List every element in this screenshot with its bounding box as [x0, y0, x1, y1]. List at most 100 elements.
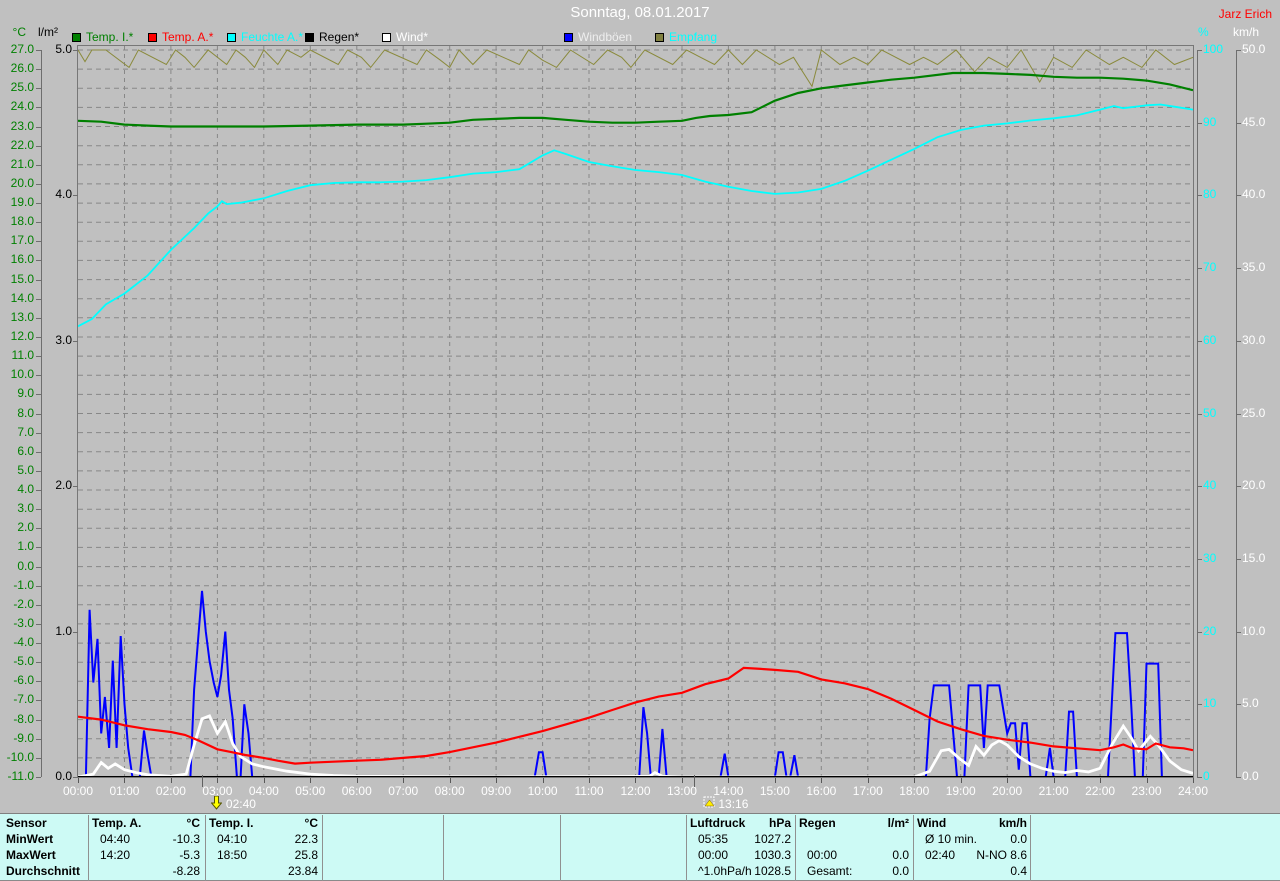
x-axis-label: 17:00: [852, 784, 883, 798]
x-axis-tick: [1100, 778, 1102, 783]
table-cell-value: 22.3: [294, 832, 318, 846]
marker-tick: [694, 775, 696, 787]
axis-label-temp_c: 25.0: [10, 80, 34, 95]
table-cell-value: -10.3: [172, 832, 200, 846]
axis-tick-wind_kmh: [1236, 340, 1241, 342]
legend-label-empfang: Empfang: [669, 30, 718, 45]
axis-label-temp_c: 13.0: [10, 309, 34, 324]
axis-label-temp_c: 1.0: [17, 539, 34, 554]
table-cell-value: -8.28: [172, 864, 200, 878]
axis-label-temp_c: -3.0: [13, 615, 34, 630]
marker-time-label: 02:40: [225, 797, 256, 811]
axis-tick-temp_c: [36, 509, 41, 511]
legend-swatch-wind: [382, 33, 391, 43]
axis-tick-temp_c: [36, 317, 41, 319]
table-col-unit: l/m²: [887, 816, 909, 830]
table-divider: [322, 815, 323, 881]
axis-tick-temp_c: [36, 681, 41, 683]
axis-tick-humidity_pct: [1197, 558, 1202, 560]
axis-label-wind_kmh: 40.0: [1242, 187, 1266, 202]
legend-label-wind: Wind*: [396, 30, 429, 45]
x-axis-tick: [1146, 778, 1148, 783]
axis-label-temp_c: -6.0: [13, 673, 34, 688]
table-divider: [443, 815, 444, 881]
axis-label-rain_lm2: 0.0: [55, 769, 72, 783]
table-col-unit: °C: [304, 816, 318, 830]
legend-swatch-temp-i: [72, 33, 81, 43]
axis-tick-temp_c: [36, 241, 41, 243]
x-axis-tick: [310, 778, 312, 783]
axis-label-temp_c: -11.0: [7, 769, 34, 783]
legend-item-regen: Regen*: [305, 31, 359, 44]
x-axis-label: 22:00: [1085, 784, 1116, 798]
legend-label-windboeen: Windböen: [578, 30, 633, 45]
sunrise-arrow-icon: [210, 795, 223, 810]
axis-label-temp_c: 22.0: [10, 137, 34, 152]
axis-label-temp_c: 2.0: [17, 520, 34, 535]
legend-label-feuchte-a: Feuchte A.*: [241, 30, 304, 45]
axis-label-temp_c: 21.0: [10, 156, 34, 171]
table-divider: [795, 815, 796, 881]
axis-tick-temp_c: [36, 88, 41, 90]
x-axis-label: 23:00: [1131, 784, 1162, 798]
axis-label-rain_lm2: 2.0: [55, 478, 72, 493]
axis-tick-humidity_pct: [1197, 631, 1202, 633]
legend-swatch-windboeen: [564, 33, 573, 43]
legend-swatch-empfang: [655, 33, 664, 43]
axis-label-temp_c: 5.0: [17, 462, 34, 477]
axis-tick-temp_c: [36, 69, 41, 71]
chart-plot-area: [78, 46, 1193, 777]
x-axis-label: 18:00: [899, 784, 930, 798]
axis-tick-temp_c: [36, 298, 41, 300]
x-axis-label: 00:00: [62, 784, 94, 798]
axis-label-temp_c: 9.0: [17, 386, 34, 401]
axis-tick-temp_c: [36, 662, 41, 664]
axis-label-wind_kmh: 15.0: [1242, 550, 1266, 565]
axis-label-temp_c: -4.0: [13, 635, 34, 650]
legend-item-windboeen: Windböen: [564, 31, 632, 44]
axis-label-temp_c: 4.0: [17, 482, 34, 497]
x-axis-tick: [821, 778, 823, 783]
axis-tick-wind_kmh: [1236, 486, 1241, 488]
summary-table: Sensor MinWert MaxWert Durchschnitt Temp. A.…: [0, 813, 1280, 881]
table-divider: [205, 815, 206, 881]
axis-tick-temp_c: [36, 432, 41, 434]
axis-tick-temp_c: [36, 279, 41, 281]
axis-tick-humidity_pct: [1197, 340, 1202, 342]
axis-tick-temp_c: [36, 145, 41, 147]
table-divider: [560, 815, 561, 881]
axis-label-rain_lm2: 1.0: [55, 623, 72, 638]
axis-title-humidity_pct: %: [1198, 25, 1209, 39]
axis-label-temp_c: -7.0: [13, 692, 34, 707]
axis-label-rain_lm2: 5.0: [55, 42, 72, 56]
axis-tick-wind_kmh: [1236, 413, 1241, 415]
page-title: Sonntag, 08.01.2017: [570, 4, 710, 21]
axis-label-humidity_pct: 60: [1203, 332, 1217, 347]
axis-label-temp_c: 20.0: [10, 175, 34, 190]
axis-tick-humidity_pct: [1197, 777, 1202, 778]
table-row-label: Durchschnitt: [6, 864, 81, 878]
axis-label-temp_c: -9.0: [13, 730, 34, 745]
table-row-label: MaxWert: [6, 848, 56, 862]
axis-tick-temp_c: [36, 126, 41, 128]
x-axis-label: 12:00: [620, 784, 651, 798]
axis-label-temp_c: -10.0: [6, 749, 34, 764]
axis-label-humidity_pct: 100: [1203, 42, 1224, 56]
x-axis-tick: [542, 778, 544, 783]
table-divider: [88, 815, 89, 881]
axis-label-temp_c: 7.0: [17, 424, 34, 439]
x-axis-label: 08:00: [434, 784, 465, 798]
x-axis-tick: [217, 778, 219, 783]
axis-label-temp_c: 14.0: [10, 290, 34, 305]
axis-label-temp_c: 11.0: [11, 348, 34, 363]
axis-tick-wind_kmh: [1236, 268, 1241, 270]
axis-label-temp_c: 6.0: [17, 443, 34, 458]
axis-tick-humidity_pct: [1197, 195, 1202, 197]
legend-item-feuchte-a: Feuchte A.*: [227, 31, 303, 44]
axis-tick-temp_c: [36, 164, 41, 166]
axis-label-temp_c: 18.0: [10, 214, 34, 229]
axis-label-humidity_pct: 80: [1203, 187, 1217, 202]
x-axis-tick: [1007, 778, 1009, 783]
axis-label-temp_c: 19.0: [10, 195, 34, 210]
axis-tick-temp_c: [36, 356, 41, 358]
